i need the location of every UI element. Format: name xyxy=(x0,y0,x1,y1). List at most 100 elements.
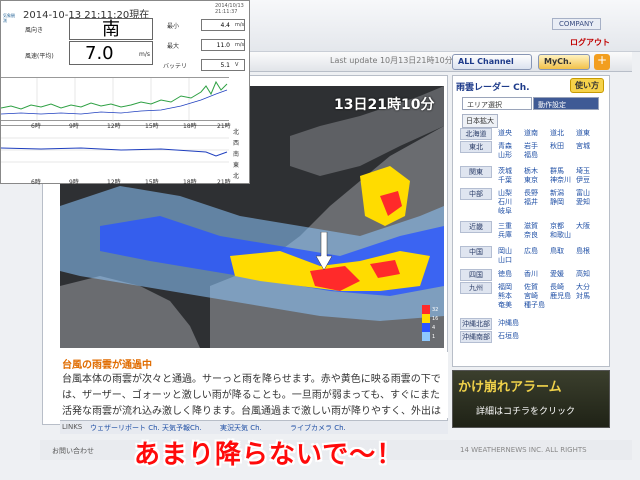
wind-speed-unit: m/s xyxy=(139,51,150,58)
wind-speed-plot xyxy=(0,78,228,122)
region-name[interactable]: 九州 xyxy=(460,282,492,294)
wind-speed-graph xyxy=(0,77,229,122)
stat-unit-max: m/s xyxy=(235,42,245,48)
prefecture-link[interactable]: 奈良 xyxy=(524,230,538,240)
prefecture-link[interactable]: 宮城 xyxy=(576,141,590,151)
legend-swatch-light xyxy=(422,332,430,341)
prefecture-link[interactable]: 対馬 xyxy=(576,291,590,301)
legend-label: 16 xyxy=(432,316,439,322)
legend-swatch-medium xyxy=(422,323,430,332)
prefecture-link[interactable]: 伊豆 xyxy=(576,175,590,185)
link-forecast[interactable]: 天気予報Ch. xyxy=(162,423,202,433)
hour-label: 15時 xyxy=(145,123,159,130)
direction-label: 東 xyxy=(233,162,240,169)
prefecture-link[interactable]: 千葉 xyxy=(498,175,512,185)
region-name[interactable]: 北海道 xyxy=(460,128,492,140)
radar-legend: 32 16 4 1 xyxy=(422,305,440,349)
prefecture-link[interactable]: 鳥取 xyxy=(550,246,564,256)
legend-label: 1 xyxy=(432,334,436,340)
add-channel-button[interactable]: + xyxy=(594,54,610,70)
anemometer-datetime-small: 2014/10/13 21:11:37 xyxy=(215,3,244,15)
prefecture-link[interactable]: 石垣島 xyxy=(498,331,519,341)
hour-label: 9時 xyxy=(69,123,79,130)
prefecture-link[interactable]: 高知 xyxy=(576,269,590,279)
my-channel-button[interactable]: MyCh. xyxy=(538,54,590,70)
prefecture-link[interactable]: 道東 xyxy=(576,128,590,138)
hour-label: 6時 xyxy=(31,123,41,130)
region-name[interactable]: 四国 xyxy=(460,269,492,281)
prefecture-link[interactable]: 愛媛 xyxy=(550,269,564,279)
region-name[interactable]: 中国 xyxy=(460,246,492,258)
prefecture-link[interactable]: 鹿児島 xyxy=(550,291,571,301)
prefecture-link[interactable]: 大阪 xyxy=(576,221,590,231)
sidebar-title: 雨雲レーダー Ch. xyxy=(456,83,530,93)
legend-swatch-strong xyxy=(422,314,430,323)
prefecture-link[interactable]: 道南 xyxy=(524,128,538,138)
prefecture-link[interactable]: 静岡 xyxy=(550,197,564,207)
region-name[interactable]: 沖縄南部 xyxy=(460,331,492,343)
caption-text: あまり降らないで〜！ xyxy=(134,440,404,470)
link-weather-report[interactable]: ウェザーリポート Ch. xyxy=(90,423,160,433)
region-name[interactable]: 沖縄北部 xyxy=(460,318,492,330)
hour-label: 18時 xyxy=(183,179,197,186)
japan-wide-button[interactable]: 日本拡大 xyxy=(462,114,498,128)
wind-direction-label: 風向き xyxy=(25,27,44,34)
prefecture-link[interactable]: 山口 xyxy=(498,255,512,265)
region-name[interactable]: 中部 xyxy=(460,188,492,200)
prefecture-link[interactable]: 徳島 xyxy=(498,269,512,279)
prefecture-link[interactable]: 秋田 xyxy=(550,141,564,151)
description-title: 台風の雨雲が通過中 xyxy=(62,360,152,371)
prefecture-link[interactable]: 香川 xyxy=(524,269,538,279)
anemometer-panel: 2014-10-13 21:11:20現在 2014/10/13 21:11:3… xyxy=(0,0,250,186)
copyright-text: 14 WEATHERNEWS INC. ALL RIGHTS xyxy=(460,446,587,454)
down-arrow-icon xyxy=(315,231,333,271)
stat-label-max: 最大 xyxy=(167,43,180,50)
direction-label: 北 xyxy=(233,173,240,180)
link-actual-weather[interactable]: 実況天気 Ch. xyxy=(220,423,262,433)
prefecture-link[interactable]: 岐阜 xyxy=(498,206,512,216)
prefecture-link[interactable]: 道央 xyxy=(498,128,512,138)
prefecture-link[interactable]: 沖縄島 xyxy=(498,318,519,328)
contact-link[interactable]: お問い合わせ xyxy=(52,446,94,456)
hour-label: 6時 xyxy=(31,179,41,186)
prefecture-link[interactable]: 福島 xyxy=(524,150,538,160)
tab-area-select[interactable]: エリア選択 xyxy=(462,97,532,110)
prefecture-link[interactable]: 種子島 xyxy=(524,300,545,310)
usage-button[interactable]: 使い方 xyxy=(570,78,604,93)
hour-label: 21時 xyxy=(217,123,231,130)
alarm-subtitle: 詳細はコチラをクリック xyxy=(476,407,576,417)
direction-label: 北 xyxy=(233,129,240,136)
link-live-camera[interactable]: ライブカメラ Ch. xyxy=(290,423,346,433)
prefecture-link[interactable]: 奄美 xyxy=(498,300,512,310)
prefecture-link[interactable]: 兵庫 xyxy=(498,230,512,240)
prefecture-link[interactable]: 和歌山 xyxy=(550,230,571,240)
wind-direction-plot xyxy=(0,137,229,163)
region-name[interactable]: 東北 xyxy=(460,141,492,153)
wind-direction-graph xyxy=(0,125,229,177)
prefecture-link[interactable]: 福井 xyxy=(524,197,538,207)
wind-speed-value: 7.0 xyxy=(85,43,114,64)
hour-label: 12時 xyxy=(107,123,121,130)
legend-label: 32 xyxy=(432,307,439,313)
anemometer-logo: 気象観測 xyxy=(3,13,15,23)
hour-label: 12時 xyxy=(107,179,121,186)
tab-movement-settings[interactable]: 動作設定 xyxy=(533,97,599,110)
prefecture-link[interactable]: 広島 xyxy=(524,246,538,256)
hour-label: 15時 xyxy=(145,179,159,186)
region-name[interactable]: 関東 xyxy=(460,166,492,178)
direction-label: 南 xyxy=(233,151,240,158)
prefecture-link[interactable]: 山形 xyxy=(498,150,512,160)
company-button[interactable]: COMPANY xyxy=(552,18,601,30)
hour-label: 9時 xyxy=(69,179,79,186)
prefecture-link[interactable]: 神奈川 xyxy=(550,175,571,185)
prefecture-link[interactable]: 島根 xyxy=(576,246,590,256)
prefecture-link[interactable]: 愛知 xyxy=(576,197,590,207)
all-channel-button[interactable]: ALL Channel xyxy=(452,54,532,70)
links-label: LINKS xyxy=(62,423,83,431)
prefecture-link[interactable]: 東京 xyxy=(524,175,538,185)
stat-label-min: 最小 xyxy=(167,23,180,30)
prefecture-link[interactable]: 道北 xyxy=(550,128,564,138)
links-bar: LINKS ウェザーリポート Ch. 天気予報Ch. 実況天気 Ch. ライブカ… xyxy=(60,420,448,434)
region-name[interactable]: 近畿 xyxy=(460,221,492,233)
logout-link[interactable]: ログアウト xyxy=(570,37,610,48)
